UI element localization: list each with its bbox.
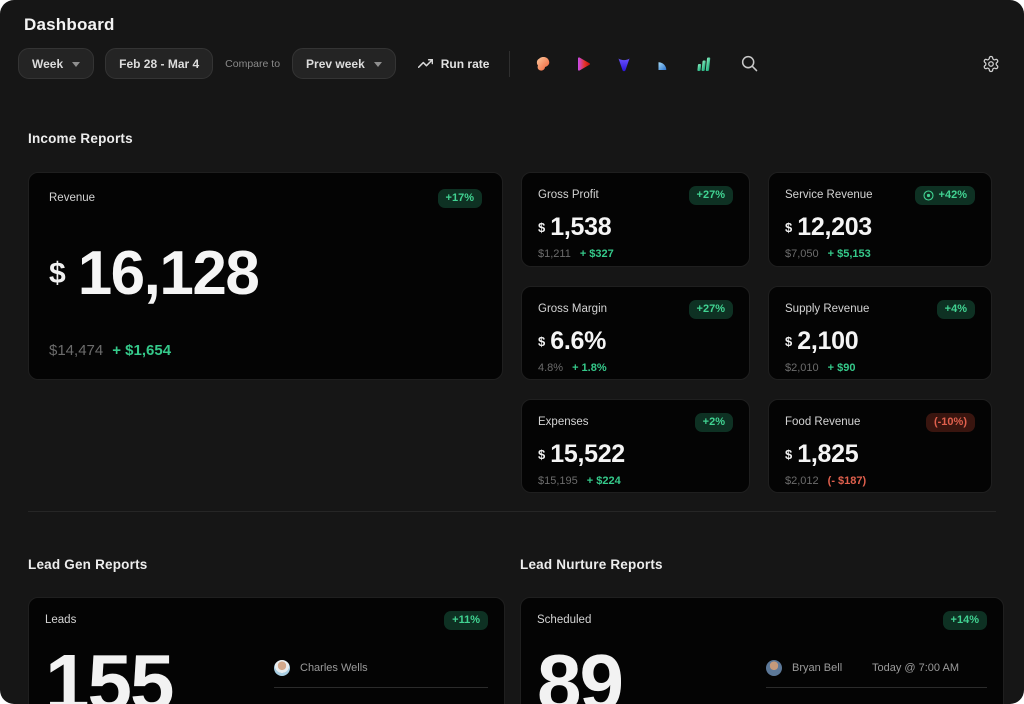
card-label: Gross Profit — [538, 186, 599, 201]
change-badge: +27% — [689, 186, 733, 205]
metric-value: 15,522 — [550, 440, 625, 468]
avatar — [274, 660, 290, 676]
card-label: Supply Revenue — [785, 300, 869, 315]
currency-prefix: $ — [785, 334, 792, 349]
people-list: Bryan Bell Today @ 7:00 AM — [766, 660, 987, 688]
period-dropdown-label: Week — [32, 57, 63, 71]
person-time: Today @ 7:00 AM — [872, 662, 987, 674]
income-grid: Revenue +17% $ 16,128 $14,474 + $1,654 G… — [28, 172, 1004, 493]
streak-medal-icon — [923, 190, 934, 201]
currency-prefix: $ — [538, 220, 545, 235]
card-label: Revenue — [49, 189, 95, 204]
gross-profit-card[interactable]: Gross Profit +27% $ 1,538 $1,211 + $327 — [521, 172, 750, 267]
delta-value: + 1.8% — [572, 362, 607, 374]
quarter-fan-icon[interactable] — [655, 55, 673, 73]
header: Dashboard — [0, 0, 1024, 36]
change-badge: +11% — [444, 611, 488, 630]
previous-value: $15,195 — [538, 475, 578, 487]
change-badge: +42% — [915, 186, 975, 205]
previous-value: $1,211 — [538, 248, 571, 260]
compare-to-label: Compare to — [225, 58, 280, 70]
metric-value: 89 — [537, 636, 622, 704]
service-revenue-card[interactable]: Service Revenue +42% $ 12,203 $7,050 + $… — [768, 172, 992, 267]
gear-icon[interactable] — [982, 55, 1000, 73]
integration-icons — [535, 55, 713, 73]
trend-up-icon — [418, 56, 433, 71]
run-rate-button[interactable]: Run rate — [418, 56, 490, 71]
previous-value: $14,474 — [49, 342, 103, 359]
metric-value: 2,100 — [797, 327, 858, 355]
chevron-down-icon — [374, 62, 382, 67]
change-badge: +4% — [937, 300, 975, 319]
supply-revenue-card[interactable]: Supply Revenue +4% $ 2,100 $2,010 + $90 — [768, 286, 992, 380]
section-divider — [28, 511, 996, 512]
currency-prefix: $ — [538, 447, 545, 462]
card-label: Expenses — [538, 413, 589, 428]
page-title: Dashboard — [24, 14, 1000, 36]
card-label: Food Revenue — [785, 413, 860, 428]
card-label: Scheduled — [537, 611, 591, 626]
change-badge: (-10%) — [926, 413, 975, 432]
delta-value: + $1,654 — [112, 342, 171, 359]
change-badge: +17% — [438, 189, 482, 208]
currency-prefix: $ — [49, 257, 66, 291]
orange-blob-icon[interactable] — [535, 55, 553, 73]
currency-prefix: $ — [785, 220, 792, 235]
change-badge: +2% — [695, 413, 733, 432]
metric-value: 12,203 — [797, 213, 872, 241]
card-label: Service Revenue — [785, 186, 873, 201]
date-range-button[interactable]: Feb 28 - Mar 4 — [105, 48, 213, 79]
play-gradient-icon[interactable] — [575, 55, 593, 73]
list-item[interactable]: Bryan Bell Today @ 7:00 AM — [766, 660, 987, 688]
metric-value: 155 — [45, 636, 172, 704]
run-rate-label: Run rate — [441, 57, 490, 71]
revenue-card[interactable]: Revenue +17% $ 16,128 $14,474 + $1,654 — [28, 172, 503, 380]
scheduled-card[interactable]: Scheduled +14% 89 Bryan Bell Today @ 7:0… — [520, 597, 1004, 704]
card-label: Gross Margin — [538, 300, 607, 315]
compare-dropdown[interactable]: Prev week — [292, 48, 396, 79]
previous-value: 4.8% — [538, 362, 563, 374]
metric-value: 6.6% — [550, 327, 606, 355]
avatar — [766, 660, 782, 676]
lead-gen-reports-title: Lead Gen Reports — [28, 557, 505, 572]
lead-nurture-reports-title: Lead Nurture Reports — [520, 557, 1004, 572]
metric-value: 1,825 — [797, 440, 858, 468]
funnel-icon[interactable] — [615, 55, 633, 73]
leads-card[interactable]: Leads +11% 155 Charles Wells — [28, 597, 505, 704]
toolbar: Week Feb 28 - Mar 4 Compare to Prev week… — [18, 48, 1000, 79]
metric-value: 16,128 — [78, 242, 259, 306]
person-name: Bryan Bell — [792, 662, 842, 674]
period-dropdown[interactable]: Week — [18, 48, 94, 79]
change-badge: +14% — [943, 611, 987, 630]
previous-value: $7,050 — [785, 248, 819, 260]
gross-margin-card[interactable]: Gross Margin +27% $ 6.6% 4.8% + 1.8% — [521, 286, 750, 380]
chevron-down-icon — [72, 62, 80, 67]
people-list: Charles Wells — [274, 660, 488, 688]
previous-value: $2,010 — [785, 362, 819, 374]
person-name: Charles Wells — [300, 662, 368, 674]
delta-value: + $5,153 — [828, 248, 871, 260]
income-reports-title: Income Reports — [28, 131, 1024, 146]
expenses-card[interactable]: Expenses +2% $ 15,522 $15,195 + $224 — [521, 399, 750, 493]
delta-value: + $224 — [587, 475, 621, 487]
search-icon[interactable] — [740, 54, 759, 73]
date-range-label: Feb 28 - Mar 4 — [119, 57, 199, 71]
dashboard-app: Dashboard Week Feb 28 - Mar 4 Compare to… — [0, 0, 1024, 704]
food-revenue-card[interactable]: Food Revenue (-10%) $ 1,825 $2,012 (- $1… — [768, 399, 992, 493]
change-badge: +27% — [689, 300, 733, 319]
list-item[interactable]: Charles Wells — [274, 660, 488, 688]
green-bars-icon[interactable] — [695, 55, 713, 73]
metric-value: 1,538 — [550, 213, 611, 241]
compare-dropdown-label: Prev week — [306, 57, 365, 71]
currency-prefix: $ — [785, 447, 792, 462]
delta-value: + $90 — [828, 362, 856, 374]
delta-value: (- $187) — [828, 475, 867, 487]
card-label: Leads — [45, 611, 76, 626]
toolbar-divider — [509, 51, 510, 77]
delta-value: + $327 — [580, 248, 614, 260]
previous-value: $2,012 — [785, 475, 819, 487]
bottom-grid: Leads +11% 155 Charles Wells Scheduled +… — [28, 597, 1024, 704]
currency-prefix: $ — [538, 334, 545, 349]
